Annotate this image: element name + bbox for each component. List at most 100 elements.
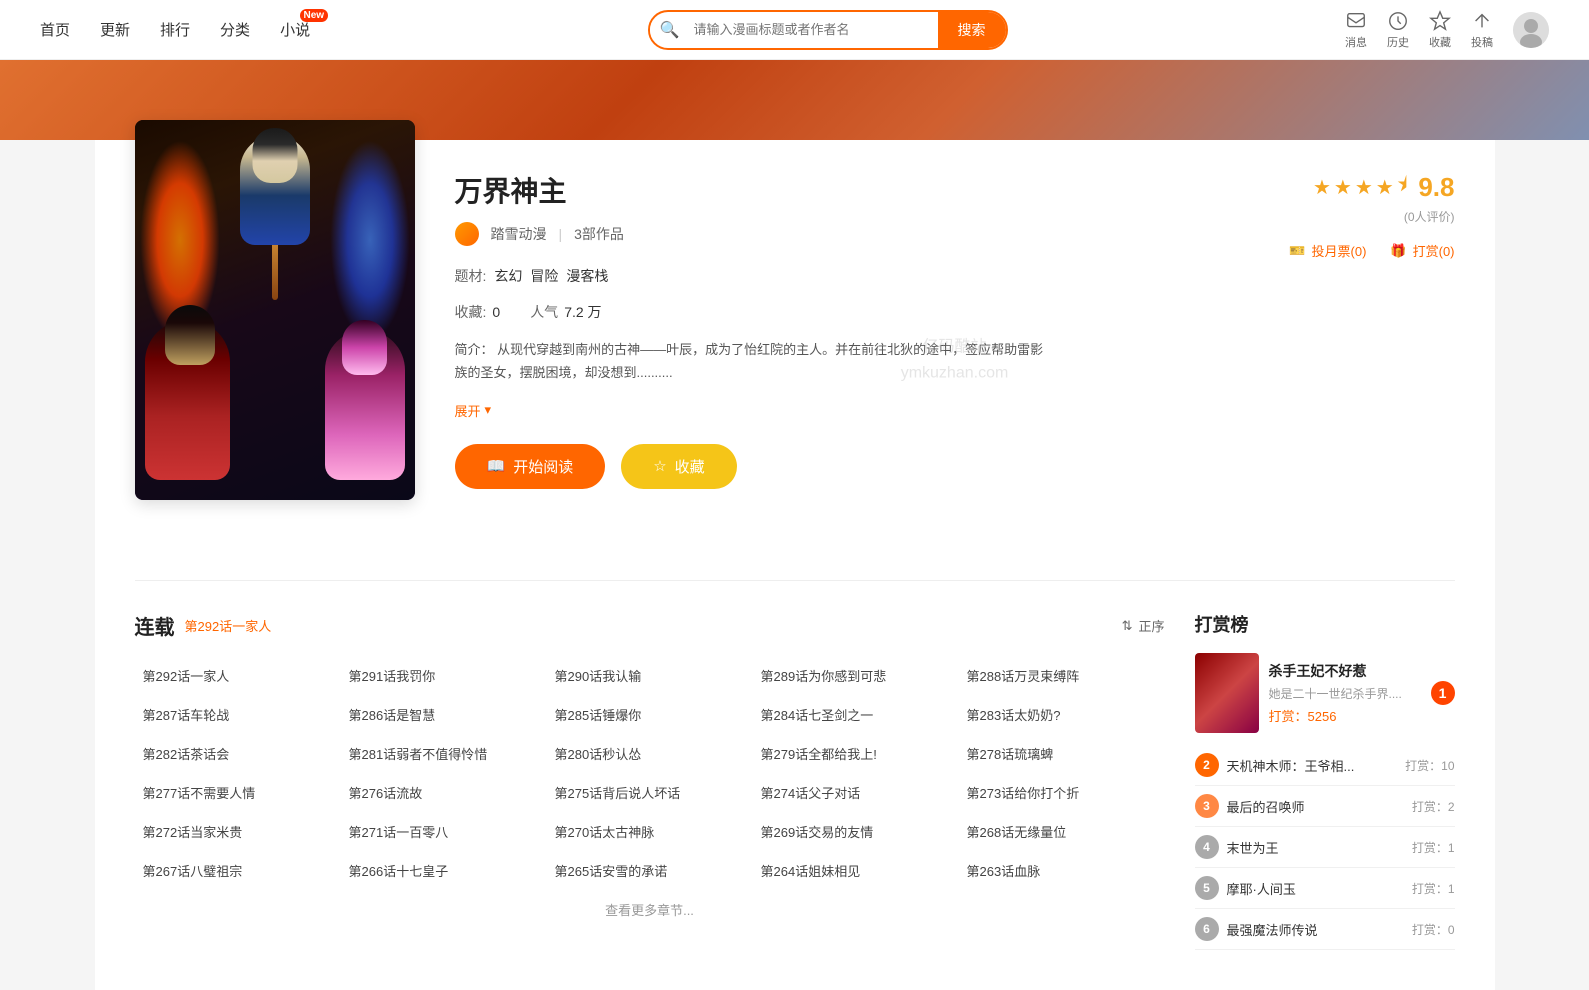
chapter-item[interactable]: 第274话父子对话: [753, 773, 959, 812]
manga-info: 亿码酷站 ymkuzhan.com 万界神主 踏雪动漫 | 3部作品 题材: 玄…: [455, 170, 1455, 550]
chapter-item[interactable]: 第268话无缘量位: [959, 812, 1165, 851]
popularity-stat: 人气 7.2 万: [530, 302, 601, 322]
reward-rank-5-badge: 5: [1195, 876, 1219, 900]
submit-icon-item[interactable]: 投稿: [1471, 10, 1493, 50]
nav-category[interactable]: 分类: [220, 19, 250, 40]
chapter-item[interactable]: 第267话八璧祖宗: [135, 851, 341, 890]
chapter-item[interactable]: 第281话弱者不值得怜惜: [341, 734, 547, 773]
chapter-item[interactable]: 第279话全都给我上!: [753, 734, 959, 773]
tag-xuanhuan[interactable]: 玄幻: [494, 266, 522, 286]
reward-list-count: 打赏：10: [1405, 757, 1454, 774]
read-label: 开始阅读: [513, 456, 573, 477]
vote-label: 投月票(0): [1312, 241, 1367, 260]
chapter-item[interactable]: 第280话秒认怂: [547, 734, 753, 773]
donate-button[interactable]: 🎁 打赏(0): [1390, 241, 1454, 260]
chapter-item[interactable]: 第278话琉璃蜱: [959, 734, 1165, 773]
search-box: 🔍 搜索: [648, 10, 1008, 50]
reward-list-left: 4末世为王: [1195, 835, 1279, 859]
action-vote-col: ★ ★ ★ ★ ⯨ 9.8 (0人评价) 🎫: [1289, 170, 1454, 260]
expand-button[interactable]: 展开 ▾: [455, 401, 1290, 420]
chapter-item[interactable]: 第283话太奶奶?: [959, 695, 1165, 734]
star-2: ★: [1334, 175, 1352, 200]
reward-list-title[interactable]: 摩耶·人间玉: [1227, 879, 1296, 898]
search-button[interactable]: 搜索: [938, 12, 1006, 48]
reward-top-cover: [1195, 653, 1259, 733]
star-rating: ★ ★ ★ ★ ⯨ 9.8: [1295, 170, 1455, 204]
nav-rank[interactable]: 排行: [160, 19, 190, 40]
reward-list-item: 4末世为王打赏：1: [1195, 827, 1455, 868]
manga-author-row: 踏雪动漫 | 3部作品: [455, 222, 1290, 246]
reward-section: 打赏榜 杀手王妃不好惹 她是二十一世纪杀手界.... 打赏：5256 1 2天机…: [1195, 611, 1455, 950]
chapter-item[interactable]: 第269话交易的友情: [753, 812, 959, 851]
chapter-item[interactable]: 第266话十七皇子: [341, 851, 547, 890]
chapter-item[interactable]: 第272话当家米贵: [135, 812, 341, 851]
rating-score: 9.8: [1418, 172, 1454, 203]
favorite-icon-item[interactable]: 收藏: [1429, 10, 1451, 50]
chapter-item[interactable]: 第265话安雪的承诺: [547, 851, 753, 890]
reward-title: 打赏榜: [1195, 611, 1455, 637]
vote-icon: 🎫: [1289, 243, 1305, 259]
user-avatar[interactable]: [1513, 12, 1549, 48]
reward-list-left: 6最强魔法师传说: [1195, 917, 1318, 941]
reward-list-title[interactable]: 末世为王: [1227, 838, 1279, 857]
history-icon-item[interactable]: 历史: [1387, 10, 1409, 50]
chapter-item[interactable]: 第285话锤爆你: [547, 695, 753, 734]
reward-list-item: 5 摩耶·人间玉 打赏：1: [1195, 868, 1455, 909]
rating-count: (0人评价): [1295, 208, 1455, 225]
chapter-item[interactable]: 第277话不需要人情: [135, 773, 341, 812]
reward-top-title[interactable]: 杀手王妃不好惹: [1269, 661, 1421, 681]
chapter-item[interactable]: 第284话七圣剑之一: [753, 695, 959, 734]
chapter-item[interactable]: 第273话给你打个折: [959, 773, 1165, 812]
manga-author[interactable]: 踏雪动漫: [491, 224, 547, 244]
chapter-item[interactable]: 第263话血脉: [959, 851, 1165, 890]
desc-prefix: 简介：: [455, 342, 494, 357]
search-input[interactable]: [689, 14, 937, 45]
chapter-sort[interactable]: ⇅ 正序: [1122, 616, 1165, 635]
chapter-item[interactable]: 第289话为你感到可悲: [753, 656, 959, 695]
chapter-item[interactable]: 第271话一百零八: [341, 812, 547, 851]
reward-list-title[interactable]: 最后的召唤师: [1227, 797, 1305, 816]
chapter-latest: 第292话一家人: [185, 616, 272, 635]
book-icon: 📖: [487, 457, 506, 475]
chapter-item[interactable]: 第270话太古神脉: [547, 812, 753, 851]
read-button[interactable]: 📖 开始阅读: [455, 444, 606, 489]
reward-list-title[interactable]: 天机神木师：王爷相...: [1227, 756, 1355, 775]
popularity-label: 人气: [530, 302, 558, 322]
star-1: ★: [1313, 175, 1331, 200]
collect-stat: 收藏: 0: [455, 302, 501, 322]
nav-home[interactable]: 首页: [40, 19, 70, 40]
reward-list-item: 6最强魔法师传说打赏：0: [1195, 909, 1455, 950]
nav-novel-wrap: 小说 New: [280, 19, 310, 40]
tag-manzhan[interactable]: 漫客栈: [566, 266, 608, 286]
chapter-item[interactable]: 第288话万灵束缚阵: [959, 656, 1165, 695]
chapter-item[interactable]: 第290话我认输: [547, 656, 753, 695]
message-icon-item[interactable]: 消息: [1345, 10, 1367, 50]
see-more-button[interactable]: 查看更多章节...: [135, 900, 1165, 919]
novel-new-badge: New: [300, 9, 329, 22]
chapter-item[interactable]: 第276话流故: [341, 773, 547, 812]
nav-update[interactable]: 更新: [100, 19, 130, 40]
collect-button[interactable]: ☆ 收藏: [621, 444, 736, 489]
reward-list-title[interactable]: 最强魔法师传说: [1227, 920, 1318, 939]
favorite-label: 收藏: [1429, 34, 1451, 50]
nav-novel[interactable]: 小说: [280, 22, 310, 39]
star-4: ★: [1376, 175, 1394, 200]
chapter-item[interactable]: 第286话是智慧: [341, 695, 547, 734]
sort-icon: ⇅: [1122, 618, 1133, 634]
collect-label: 收藏: [675, 456, 705, 477]
chapter-item[interactable]: 第275话背后说人坏话: [547, 773, 753, 812]
chapter-item[interactable]: 第291话我罚你: [341, 656, 547, 695]
chapter-item[interactable]: 第287话车轮战: [135, 695, 341, 734]
vote-button[interactable]: 🎫 投月票(0): [1289, 241, 1366, 260]
author-avatar-icon: [455, 222, 479, 246]
chapter-item[interactable]: 第292话一家人: [135, 656, 341, 695]
manga-detail: 亿码酷站 ymkuzhan.com 万界神主 踏雪动漫 | 3部作品 题材: 玄…: [135, 140, 1455, 581]
manga-stats: 收藏: 0 人气 7.2 万: [455, 302, 1290, 322]
tag-adventure[interactable]: 冒险: [530, 266, 558, 286]
chapter-item[interactable]: 第264话姐妹相见: [753, 851, 959, 890]
chapter-item[interactable]: 第282话茶话会: [135, 734, 341, 773]
reward-list-left: 3最后的召唤师: [1195, 794, 1305, 818]
main-nav: 首页 更新 排行 分类 小说 New: [40, 19, 310, 40]
main-content: 亿码酷站 ymkuzhan.com 万界神主 踏雪动漫 | 3部作品 题材: 玄…: [95, 140, 1495, 990]
reward-list-count: 打赏：1: [1412, 880, 1455, 897]
